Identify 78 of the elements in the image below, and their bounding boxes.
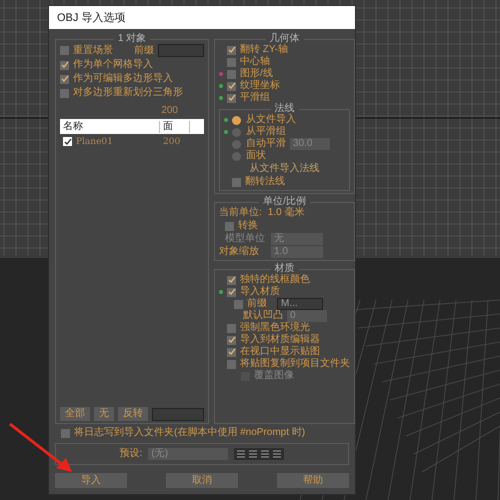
checkbox[interactable]	[60, 46, 69, 55]
checkbox-label: 前缀	[247, 298, 267, 310]
preset-toolbar-icon[interactable]	[234, 448, 284, 460]
group-title: 单位/比例	[262, 197, 307, 207]
button[interactable]: 导入	[55, 473, 127, 488]
button[interactable]: 取消	[166, 473, 238, 488]
button[interactable]: 全部	[60, 407, 90, 421]
checkbox[interactable]	[234, 300, 243, 308]
button[interactable]: 反转	[118, 407, 148, 421]
checkbox-label: 将日志写到导入文件夹(在脚本中使用 #noPrompt 时)	[74, 427, 306, 439]
checkbox-label: 导入材质	[240, 286, 280, 298]
checkbox-label: 图形/线	[240, 68, 273, 80]
face-total: 200	[161, 105, 178, 117]
radio-button[interactable]	[232, 116, 241, 124]
field-label: 当前单位:	[219, 207, 262, 219]
checkbox-label: 在视口中显示贴图	[240, 346, 320, 358]
checkbox-label: 平滑组	[240, 92, 270, 104]
checkbox-label: 中心轴	[240, 56, 270, 68]
checkbox-label: 覆盖图像	[254, 370, 294, 382]
checkbox[interactable]	[60, 74, 69, 84]
table-cell: Plane01	[76, 136, 113, 148]
checkbox-label: 对多边形重新划分三角形	[73, 87, 183, 99]
button[interactable]: 帮助	[277, 473, 349, 488]
field-label: 默认凹凸	[243, 310, 284, 322]
group-title: 1 对象	[116, 34, 148, 44]
radio-label: 面状	[246, 150, 267, 162]
checkbox[interactable]	[60, 60, 69, 70]
field-label: 对象缩放	[219, 246, 260, 258]
input-field[interactable]: M...	[277, 298, 323, 310]
table-cell-text: 200	[162, 136, 182, 148]
window-title: OBJ 导入选项	[57, 12, 126, 24]
radio-button[interactable]	[232, 152, 241, 160]
field-label: 预设:	[120, 448, 142, 460]
radio-button[interactable]	[232, 140, 241, 148]
checkbox-label: 翻转法线	[245, 176, 285, 188]
checkbox[interactable]	[225, 222, 234, 230]
field-label: 前缀	[134, 44, 154, 56]
checkbox-label: 纹理坐标	[240, 80, 280, 92]
checkbox[interactable]	[227, 324, 236, 332]
checkbox-label: 导入到材质编辑器	[240, 334, 320, 346]
checkbox[interactable]	[227, 46, 236, 54]
column-header: 面	[160, 120, 190, 132]
checkbox[interactable]	[227, 336, 236, 344]
group-title: 材质	[274, 264, 294, 274]
checkbox-label: 作为可编辑多边形导入	[73, 73, 173, 85]
checkbox[interactable]	[227, 360, 236, 368]
checkbox[interactable]	[63, 137, 72, 146]
group-title: 几何体	[268, 34, 300, 44]
checkbox-label: 将贴图复制到项目文件夹	[240, 358, 350, 370]
column-header: 名称	[60, 120, 160, 132]
checkbox-label: 强制黑色环境光	[240, 322, 310, 334]
checkbox-label: 作为单个网格导入	[73, 59, 153, 71]
normals-note: 从文件导入法线	[248, 162, 320, 176]
unit-value: 1.0 毫米	[268, 207, 304, 219]
input-field[interactable]	[158, 44, 204, 57]
checkbox[interactable]	[227, 82, 236, 90]
radio-label: 自动平滑	[246, 138, 287, 150]
checkbox[interactable]	[227, 70, 236, 78]
checkbox[interactable]	[227, 94, 236, 102]
annotation-arrow	[8, 422, 74, 474]
checkbox[interactable]	[60, 88, 69, 98]
radio-label: 从平滑组	[246, 126, 287, 138]
checkbox-label: 重置场景	[73, 44, 113, 56]
checkbox[interactable]	[227, 288, 236, 296]
button[interactable]: 无	[94, 407, 114, 421]
group-title: 法线	[274, 104, 294, 114]
checkbox-label: 独特的线框颜色	[240, 274, 310, 286]
radio-label: 从文件导入	[246, 114, 297, 126]
checkbox[interactable]	[232, 178, 241, 186]
input-field[interactable]	[152, 408, 204, 420]
checkbox[interactable]	[227, 58, 236, 66]
checkbox-label: 转换	[238, 220, 258, 232]
field-label: 模型单位	[225, 233, 265, 245]
checkbox-label: 翻转 ZY-轴	[240, 44, 288, 56]
radio-button[interactable]	[232, 128, 241, 136]
checkbox[interactable]	[61, 428, 70, 438]
checkbox[interactable]	[227, 348, 236, 356]
checkbox[interactable]	[227, 276, 236, 284]
